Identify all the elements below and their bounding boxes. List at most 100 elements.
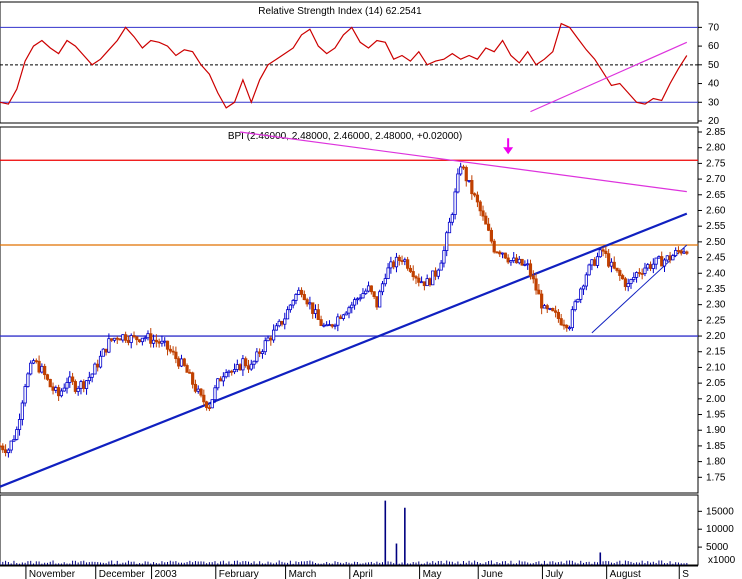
candle-body (668, 255, 672, 261)
candle-body (414, 276, 418, 279)
candle-body (520, 258, 524, 266)
candle-body (344, 312, 348, 316)
price-tick-label: 2.25 (706, 315, 726, 326)
candle-body (283, 318, 287, 325)
candle-body (199, 388, 203, 396)
candle-body (637, 272, 641, 274)
candle-body (160, 340, 164, 344)
volume-tick-label: 10000 (706, 524, 734, 535)
x-tick-label: June (481, 569, 503, 579)
candle-body (657, 256, 661, 259)
candle-body (37, 360, 41, 373)
candle-body (185, 365, 189, 373)
candle-body (392, 261, 396, 268)
candle-body (403, 259, 407, 262)
price-tick-label: 2.15 (706, 347, 726, 358)
x-tick-label: March (289, 569, 317, 579)
candle-body (163, 340, 167, 343)
price-tick-label: 2.55 (706, 221, 726, 232)
candle-body (62, 387, 66, 392)
candle-body (478, 201, 482, 212)
candle-body (417, 277, 421, 283)
price-tick-label: 2.30 (706, 300, 726, 311)
price-tick-label: 1.95 (706, 410, 726, 421)
candle-body (498, 251, 502, 255)
candle-body (191, 372, 195, 385)
price-tick-label: 2.60 (706, 205, 726, 216)
candle-body (87, 376, 91, 382)
price-tick-label: 2.80 (706, 143, 726, 154)
candle-body (1, 445, 5, 451)
candle-body (336, 316, 340, 326)
candle-body (422, 281, 426, 287)
candle-body (165, 340, 170, 350)
candle-body (137, 339, 142, 343)
candle-body (218, 378, 223, 382)
candle-body (540, 293, 544, 309)
candle-body (554, 310, 558, 313)
candle-body (93, 363, 97, 375)
candle-body (230, 370, 234, 373)
candle-body (23, 386, 27, 404)
candle-body (3, 449, 8, 454)
candle-body (660, 256, 664, 267)
candle-body (124, 334, 128, 341)
candle-body (319, 319, 323, 326)
candle-body (665, 255, 669, 261)
candle-body (643, 267, 647, 274)
candle-body (0, 445, 2, 448)
candle-body (333, 324, 337, 327)
candle-body (104, 348, 108, 353)
candle-body (361, 293, 365, 299)
price-tick-label: 2.70 (706, 174, 726, 185)
candle-body (579, 288, 583, 300)
candle-body (224, 372, 228, 378)
candle-body (193, 383, 198, 392)
candle-body (188, 371, 192, 374)
candle-body (573, 301, 577, 311)
candle-body (118, 338, 122, 341)
candle-body (299, 289, 304, 295)
candle-body (481, 210, 485, 217)
candle-body (567, 327, 572, 330)
rsi-title: Relative Strength Index (14) 62.2541 (258, 6, 422, 17)
price-tick-label: 1.85 (706, 441, 726, 452)
price-tick-label: 1.90 (706, 425, 726, 436)
rsi-tick-label: 70 (708, 22, 720, 33)
candle-body (470, 180, 474, 195)
candle-body (358, 297, 362, 300)
candle-body (682, 251, 686, 254)
candle-body (389, 261, 393, 269)
candle-body (623, 278, 628, 288)
x-tick-label: April (353, 569, 373, 579)
candle-body (43, 365, 47, 376)
candle-body (648, 264, 653, 269)
candle-body (272, 329, 276, 341)
candle-body (355, 298, 359, 301)
candle-body (154, 339, 158, 343)
candle-body (366, 285, 371, 292)
candle-body (537, 289, 541, 295)
price-tick-label: 2.45 (706, 253, 726, 264)
price-tick-label: 2.00 (706, 394, 726, 405)
candle-body (581, 285, 586, 290)
candle-body (584, 274, 588, 287)
candle-body (269, 337, 273, 341)
candle-body (210, 399, 214, 409)
candle-body (419, 281, 424, 284)
price-title: BPI (2.46000, 2.48000, 2.46000, 2.48000,… (228, 131, 462, 142)
stock-chart: Relative Strength Index (14) 62.2541 20 3… (0, 0, 742, 579)
x-tick-label: December (99, 569, 146, 579)
candle-body (612, 261, 616, 269)
candle-body (179, 358, 184, 367)
candle-body (227, 370, 231, 374)
candle-body (545, 305, 549, 310)
candle-body (679, 250, 683, 254)
candle-body (57, 387, 61, 397)
candle-body (347, 307, 351, 314)
candle-body (386, 267, 390, 279)
candle-body (241, 358, 245, 371)
candle-body (29, 362, 33, 375)
candle-body (595, 256, 600, 266)
candle-body (621, 275, 625, 280)
